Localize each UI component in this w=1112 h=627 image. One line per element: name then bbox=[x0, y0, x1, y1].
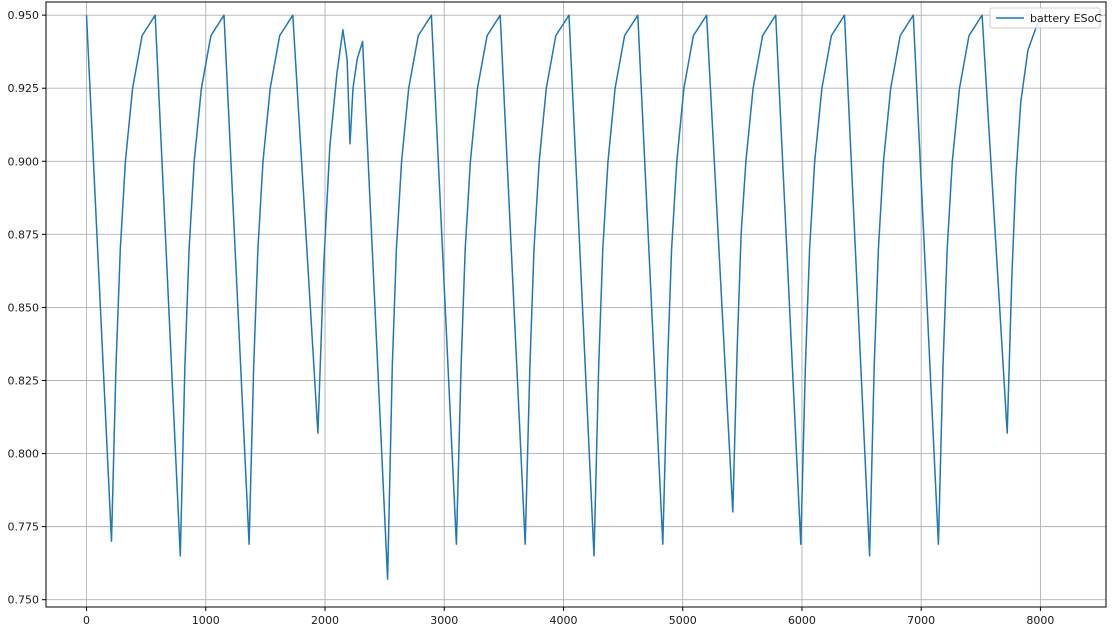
y-tick-label: 0.950 bbox=[8, 9, 40, 22]
chart: 0 1000 2000 3000 4000 5000 6000 7000 8000 0.750 0.… bbox=[8, 1, 1107, 627]
y-tick-label: 0.900 bbox=[8, 155, 40, 168]
series-layer bbox=[85, 14, 1052, 580]
y-tick-label: 0.775 bbox=[8, 521, 40, 534]
x-tick-label: 5000 bbox=[669, 614, 697, 627]
y-tick-label: 0.850 bbox=[8, 301, 40, 314]
x-tick-label: 8000 bbox=[1026, 614, 1054, 627]
plot-frame bbox=[45, 1, 1107, 608]
y-tick-label: 0.750 bbox=[8, 594, 40, 607]
legend-label: battery ESoC bbox=[1030, 12, 1102, 25]
x-tick-label: 1000 bbox=[192, 614, 220, 627]
y-tick-label: 0.875 bbox=[8, 228, 40, 241]
y-tick-label: 0.825 bbox=[8, 374, 40, 387]
x-tick-label: 3000 bbox=[430, 614, 458, 627]
y-tick-label: 0.800 bbox=[8, 448, 40, 461]
series-line bbox=[85, 14, 1052, 580]
x-tick-label: 6000 bbox=[788, 614, 816, 627]
x-tick-label: 0 bbox=[83, 614, 90, 627]
grid bbox=[46, 2, 1106, 607]
x-tick-label: 2000 bbox=[311, 614, 339, 627]
legend: battery ESoC bbox=[989, 7, 1102, 29]
x-tick-label: 4000 bbox=[549, 614, 577, 627]
y-tick-label: 0.925 bbox=[8, 82, 40, 95]
x-tick-label: 7000 bbox=[907, 614, 935, 627]
